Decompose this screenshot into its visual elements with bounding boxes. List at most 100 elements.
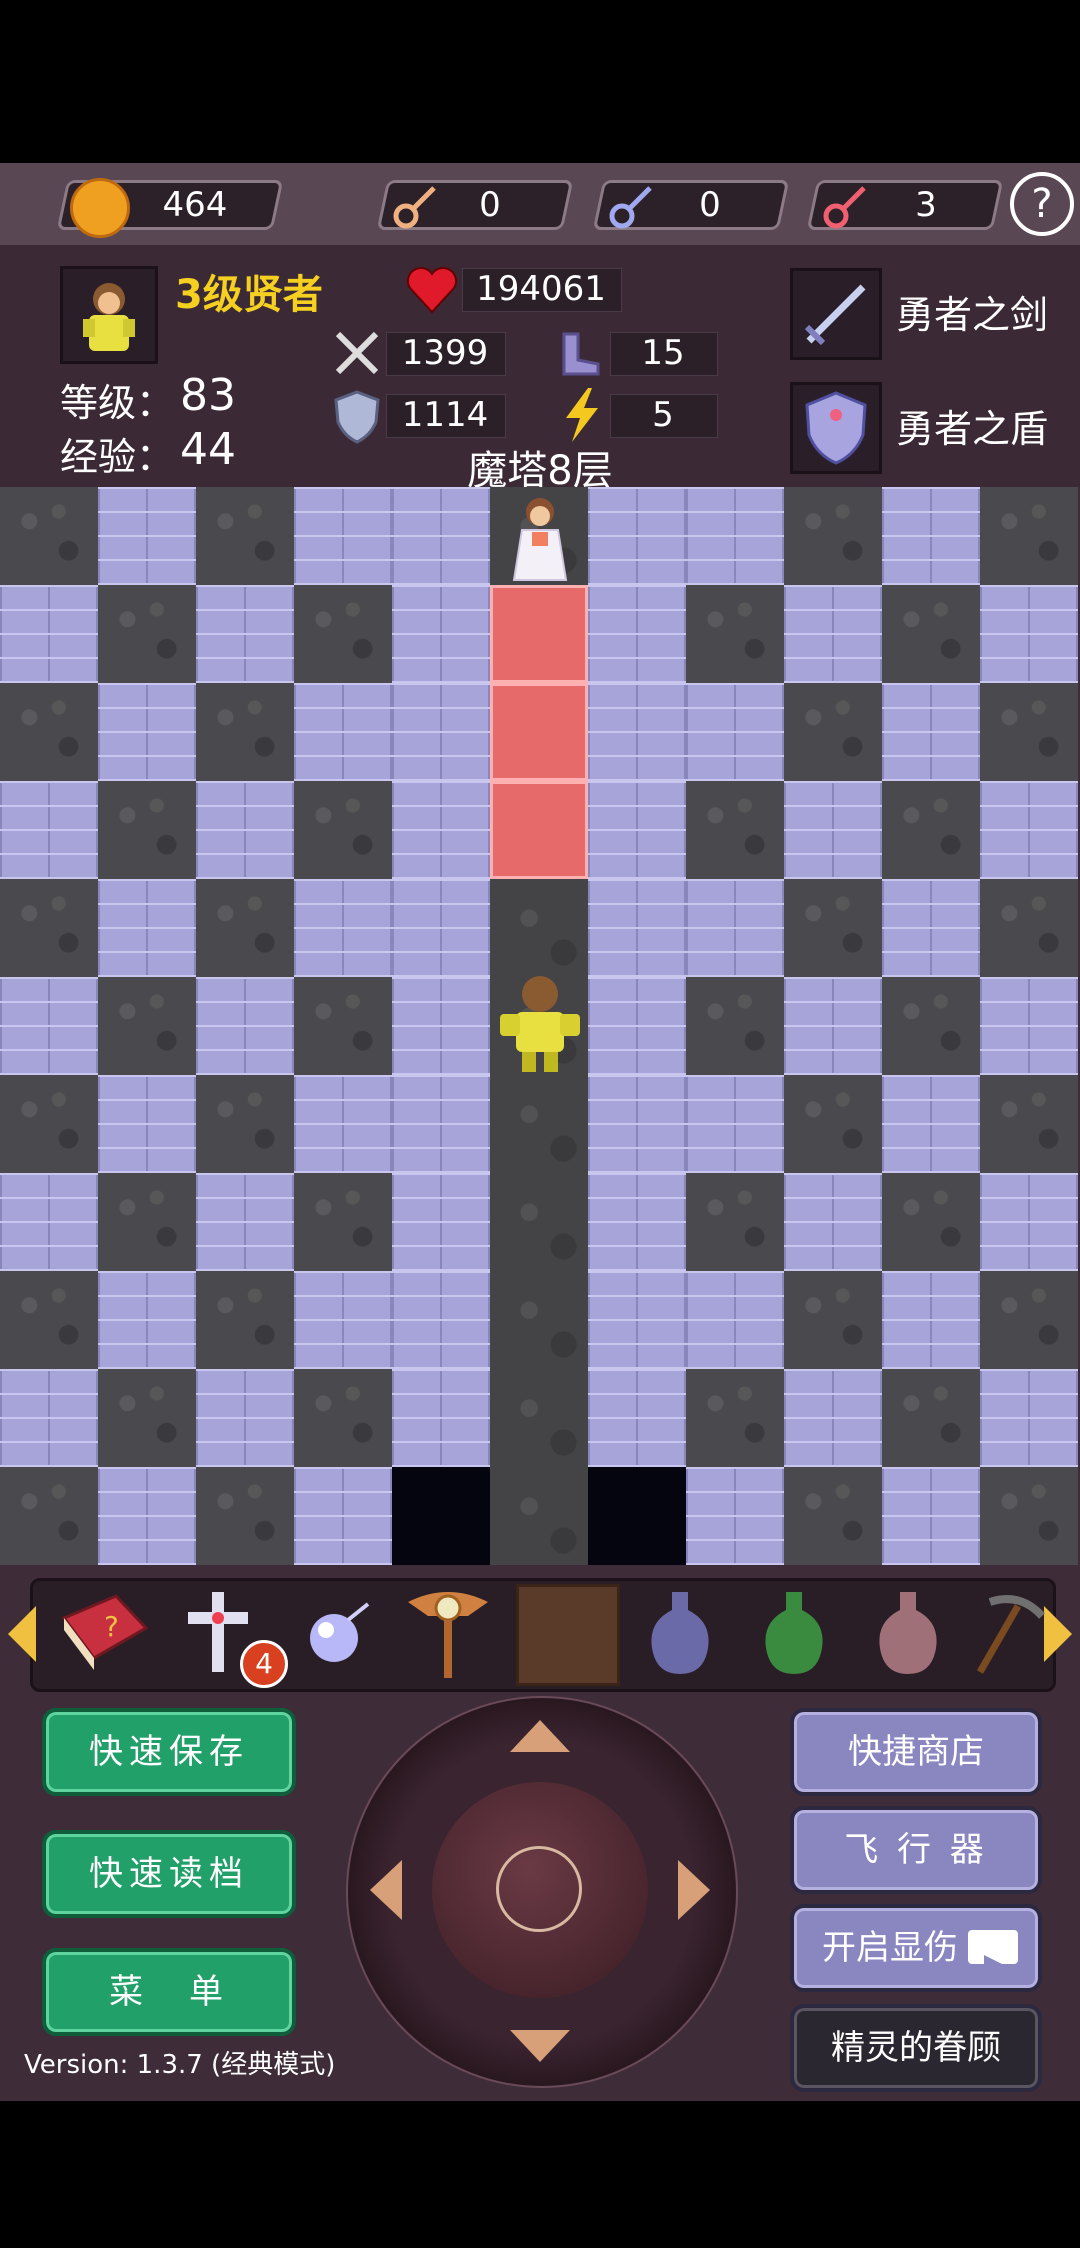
wall-tile <box>882 1369 980 1467</box>
wall-tile <box>98 781 196 879</box>
floor-tile <box>294 487 392 585</box>
red-door-tile <box>490 683 588 781</box>
wall-tile <box>196 879 294 977</box>
dpad-right-arrow-icon[interactable] <box>678 1860 710 1920</box>
stairs-tile <box>392 1467 490 1565</box>
wall-tile <box>784 1271 882 1369</box>
floor-tile <box>588 1173 686 1271</box>
floor-tile <box>686 487 784 585</box>
weapon-name: 勇者之剑 <box>896 293 1049 337</box>
sword-equipment-icon[interactable] <box>790 268 882 360</box>
dpad-left-arrow-icon[interactable] <box>370 1860 402 1920</box>
wall-tile <box>686 977 784 1075</box>
floor-tile <box>294 879 392 977</box>
magic-value: 5 <box>652 395 674 435</box>
wall-tile <box>98 1369 196 1467</box>
item-count-badge: 4 <box>240 1640 288 1688</box>
floor-tile <box>0 1173 98 1271</box>
floor-tile <box>686 1271 784 1369</box>
item-bar-right-arrow-icon[interactable] <box>1044 1606 1072 1662</box>
floor-tile <box>686 1075 784 1173</box>
floor-tile <box>98 879 196 977</box>
pickaxe-icon[interactable] <box>970 1588 1046 1678</box>
wall-tile <box>784 1075 882 1173</box>
menu-button[interactable]: 菜 单 <box>42 1948 296 2036</box>
wall-tile <box>784 487 882 585</box>
blue-key-icon <box>608 180 658 230</box>
item-bar-left-arrow-icon[interactable] <box>8 1606 36 1662</box>
path-tile <box>490 1075 588 1173</box>
quick-shop-button[interactable]: 快捷商店 <box>790 1708 1042 1796</box>
fairy-npc-icon[interactable] <box>492 488 588 584</box>
floor-tile <box>392 1075 490 1173</box>
quick-load-button[interactable]: 快速读档 <box>42 1830 296 1918</box>
floor-tile <box>392 585 490 683</box>
level-label: 等级： <box>60 381 175 425</box>
floor-tile <box>588 1075 686 1173</box>
hero-portrait <box>60 266 158 364</box>
gold-coin-icon <box>70 178 130 238</box>
speed-value: 15 <box>641 333 685 373</box>
floor-tile <box>196 977 294 1075</box>
floor-tile <box>588 585 686 683</box>
floor-tile <box>392 1173 490 1271</box>
wall-tile <box>0 1075 98 1173</box>
flying-wand-icon[interactable] <box>398 1582 498 1682</box>
floor-tile <box>392 487 490 585</box>
show-damage-button[interactable]: 开启显伤 <box>790 1904 1042 1992</box>
flyer-button[interactable]: 飞 行 器 <box>790 1806 1042 1894</box>
wall-tile <box>784 1467 882 1565</box>
dpad-down-arrow-icon[interactable] <box>510 2030 570 2062</box>
wall-tile <box>196 683 294 781</box>
floor-tile <box>0 585 98 683</box>
yellow-key-count: 0 <box>479 185 501 225</box>
wall-tile <box>686 781 784 879</box>
lightning-icon <box>560 386 604 444</box>
floor-tile <box>686 683 784 781</box>
video-icon <box>968 1930 1018 1973</box>
monster-book-icon[interactable]: ? <box>56 1588 152 1676</box>
floor-tile <box>980 977 1078 1075</box>
green-potion-icon[interactable] <box>746 1584 842 1680</box>
floor-tile <box>392 781 490 879</box>
wall-tile <box>294 1173 392 1271</box>
floor-tile <box>0 781 98 879</box>
dpad-center-ring[interactable] <box>496 1846 582 1932</box>
floor-tile <box>0 1369 98 1467</box>
floor-tile <box>98 487 196 585</box>
blue-key-count: 0 <box>699 185 721 225</box>
floor-tile <box>392 977 490 1075</box>
wall-tile <box>882 781 980 879</box>
wall-tile <box>980 683 1078 781</box>
floor-tile <box>196 585 294 683</box>
wall-tile <box>980 879 1078 977</box>
wall-tile <box>686 585 784 683</box>
blue-potion-icon[interactable] <box>632 1584 728 1680</box>
pink-potion-icon[interactable] <box>860 1584 956 1680</box>
floor-tile <box>196 1173 294 1271</box>
wall-tile <box>0 879 98 977</box>
wall-tile <box>196 487 294 585</box>
path-tile <box>490 879 588 977</box>
floor-tile <box>392 879 490 977</box>
floor-tile <box>980 1173 1078 1271</box>
door-key-item-icon[interactable] <box>516 1584 620 1686</box>
hp-value: 194061 <box>476 269 606 309</box>
wall-tile <box>0 487 98 585</box>
path-tile <box>490 1271 588 1369</box>
defense-value: 1114 <box>401 395 489 435</box>
wall-tile <box>0 1467 98 1565</box>
spirit-blessing-button[interactable]: 精灵的眷顾 <box>790 2004 1042 2092</box>
crystal-orb-icon[interactable] <box>296 1596 376 1676</box>
floor-tile <box>98 683 196 781</box>
dpad-up-arrow-icon[interactable] <box>510 1720 570 1752</box>
floor-tile <box>392 1271 490 1369</box>
quick-save-button[interactable]: 快速保存 <box>42 1708 296 1796</box>
red-door-tile <box>490 585 588 683</box>
help-button[interactable]: ? <box>1010 172 1074 236</box>
attack-value: 1399 <box>401 333 489 373</box>
wall-tile <box>980 1075 1078 1173</box>
stairs-tile <box>588 1467 686 1565</box>
floor-tile <box>588 1271 686 1369</box>
red-key-count: 3 <box>915 185 937 225</box>
